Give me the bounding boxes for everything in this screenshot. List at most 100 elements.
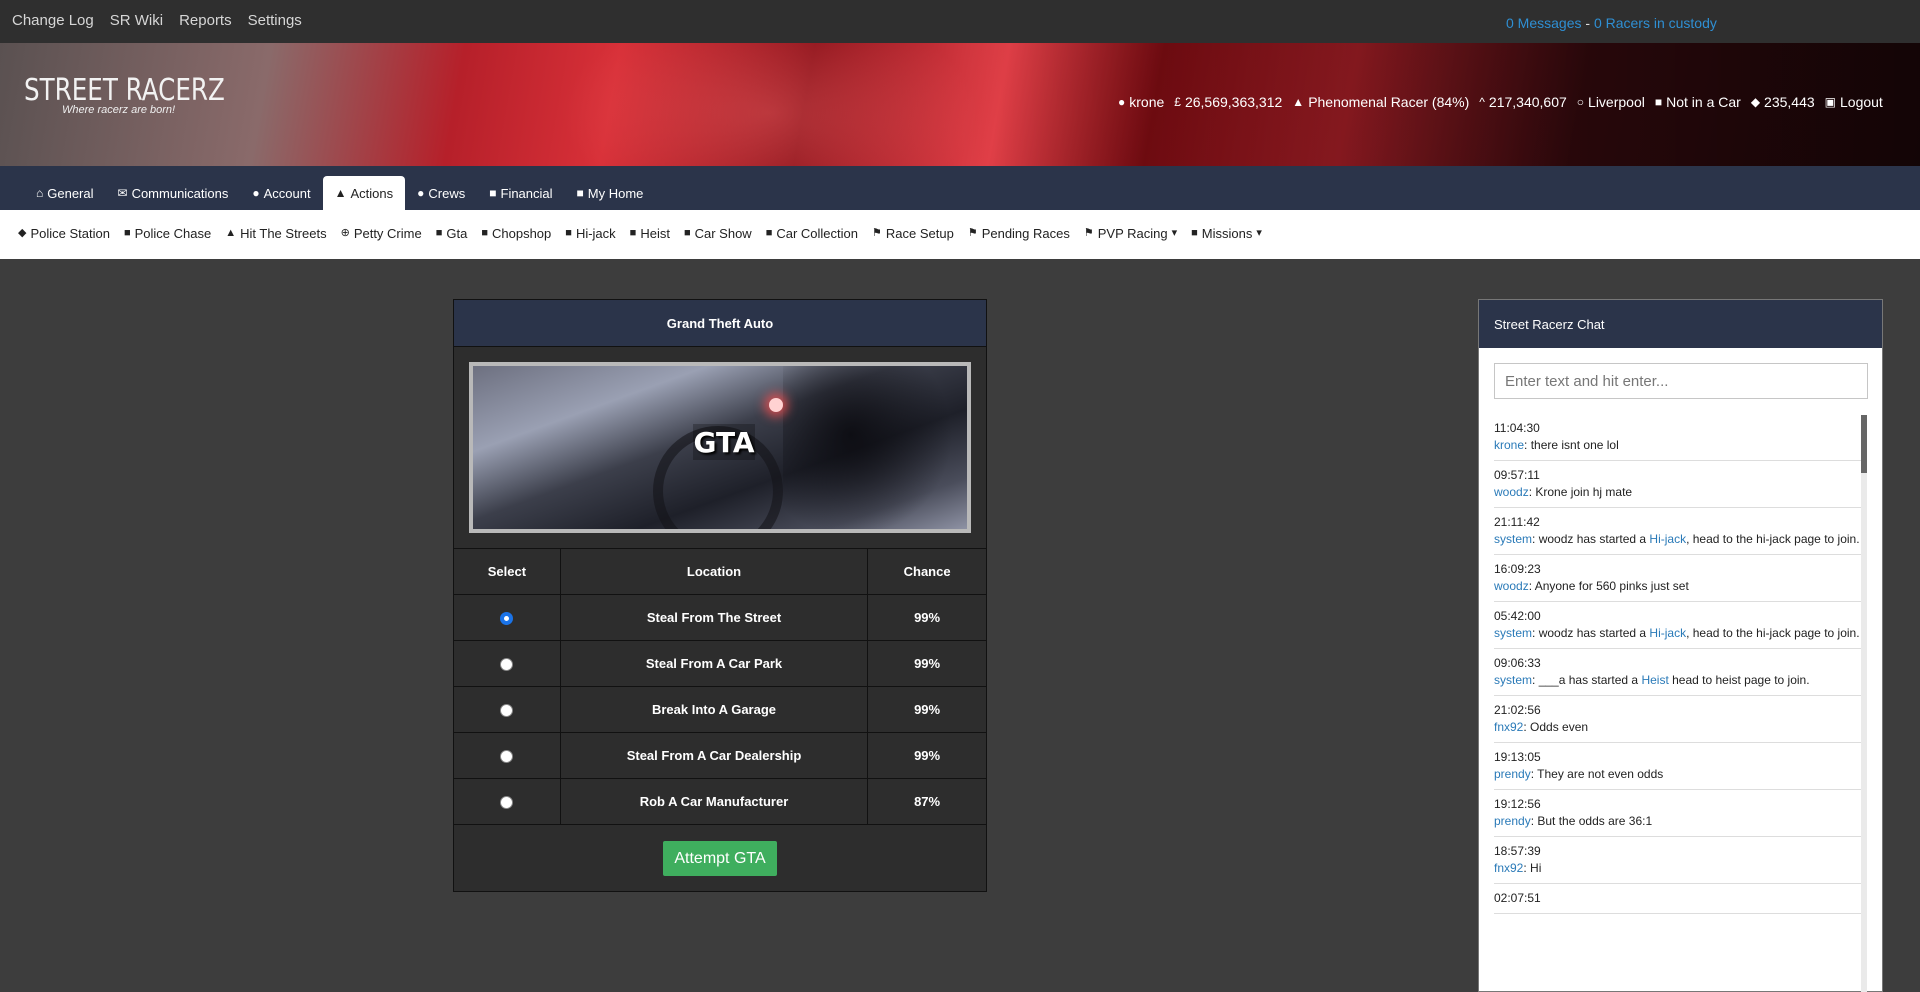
option-radio[interactable]	[500, 658, 514, 672]
subnav-label: Missions	[1201, 226, 1253, 241]
chat-message: 16:09:23 woodz: Anyone for 560 pinks just…	[1494, 555, 1864, 602]
option-radio-selected[interactable]	[500, 612, 514, 626]
thief-silhouette	[783, 366, 953, 529]
message-user[interactable]: fnx92	[1494, 720, 1523, 734]
message-text: Hi	[1530, 861, 1542, 875]
tab-communications[interactable]: ✉ Communications	[106, 176, 241, 210]
chat-input[interactable]: Enter text and hit enter...	[1494, 363, 1868, 399]
table-row[interactable]: Break Into A Garage 99%	[453, 686, 987, 733]
subnav-hit-the-streets[interactable]: ▲ Hit The Streets	[225, 226, 326, 241]
tab-crews[interactable]: ● Crews	[405, 176, 477, 210]
message-link[interactable]: Heist	[1641, 673, 1668, 687]
message-user[interactable]: krone	[1494, 438, 1524, 452]
tab-account[interactable]: ● Account	[240, 176, 322, 210]
chat-message: 05:42:00 system: woodz has started a Hi-j…	[1494, 602, 1864, 649]
logout-label: Logout	[1840, 94, 1883, 110]
message-user[interactable]: woodz	[1494, 579, 1529, 593]
subnav-police-chase[interactable]: ■ Police Chase	[124, 226, 211, 241]
diamond-icon: ◆	[1750, 95, 1761, 109]
chat-scroll-thumb[interactable]	[1861, 415, 1867, 473]
subnav-race-setup[interactable]: ⚑ Race Setup	[872, 226, 954, 241]
message-user[interactable]: system	[1494, 532, 1532, 546]
column-header-location: Location	[559, 548, 869, 595]
table-row[interactable]: Steal From A Car Dealership 99%	[453, 732, 987, 779]
subnav-label: Petty Crime	[353, 226, 422, 241]
chat-message: 18:57:39 fnx92: Hi	[1494, 837, 1864, 884]
option-radio[interactable]	[500, 704, 514, 718]
header-banner: STREET RACERZ Where racerz are born! ● kr…	[0, 43, 1920, 166]
top-nav-change-log[interactable]: Change Log	[12, 12, 94, 29]
top-nav-settings[interactable]: Settings	[248, 12, 302, 29]
option-radio[interactable]	[500, 796, 514, 810]
flag-checkered-icon: ⚑	[967, 227, 978, 239]
tab-financial[interactable]: ■ Financial	[477, 176, 564, 210]
column-header-select: Select	[453, 548, 561, 595]
chat-messages: 11:04:30 krone: there isnt one lol 09:57:…	[1494, 414, 1864, 914]
stat-car: ■ Not in a Car	[1655, 94, 1741, 110]
attempt-gta-button[interactable]: Attempt GTA	[663, 841, 777, 876]
table-row[interactable]: Steal From The Street 99%	[453, 594, 987, 641]
top-nav-sr-wiki[interactable]: SR Wiki	[110, 12, 163, 29]
custody-link[interactable]: 0 Racers in custody	[1594, 15, 1717, 31]
tab-my-home[interactable]: ■ My Home	[565, 176, 656, 210]
briefcase-icon: ■	[1191, 227, 1198, 239]
message-link[interactable]: Hi-jack	[1649, 532, 1686, 546]
message-time: 19:12:56	[1494, 797, 1541, 811]
message-text: They are not even odds	[1537, 767, 1664, 781]
subnav-label: Car Collection	[776, 226, 858, 241]
chat-scrollbar[interactable]	[1861, 415, 1867, 992]
top-nav-reports[interactable]: Reports	[179, 12, 232, 29]
chat-message: 21:02:56 fnx92: Odds even	[1494, 696, 1864, 743]
message-user[interactable]: system	[1494, 673, 1532, 687]
chance-cell: 99%	[867, 640, 987, 687]
subnav-label: Car Show	[694, 226, 752, 241]
table-row[interactable]: Steal From A Car Park 99%	[453, 640, 987, 687]
chevron-up-icon: ^	[1479, 95, 1485, 109]
location-value: Liverpool	[1588, 94, 1645, 110]
stat-username[interactable]: ● krone	[1118, 94, 1164, 110]
message-user[interactable]: system	[1494, 626, 1532, 640]
option-radio[interactable]	[500, 750, 514, 764]
subnav-car-show[interactable]: ■ Car Show	[684, 226, 752, 241]
tab-account-label: Account	[263, 185, 311, 201]
subnav-missions[interactable]: ■ Missions ▾	[1191, 226, 1262, 241]
caret-down-icon: ▾	[1256, 227, 1262, 239]
subnav-car-collection[interactable]: ■ Car Collection	[766, 226, 858, 241]
messages-link[interactable]: 0 Messages	[1506, 15, 1581, 31]
subnav-hi-jack[interactable]: ■ Hi-jack	[565, 226, 615, 241]
table-row[interactable]: Rob A Car Manufacturer 87%	[453, 778, 987, 825]
chat-message: 19:12:56 prendy: But the odds are 36:1	[1494, 790, 1864, 837]
subnav-petty-crime[interactable]: ⊕ Petty Crime	[341, 226, 422, 241]
message-user[interactable]: prendy	[1494, 767, 1531, 781]
location-cell: Break Into A Garage	[559, 686, 869, 733]
subnav-pending-races[interactable]: ⚑ Pending Races	[968, 226, 1070, 241]
tab-actions[interactable]: ▲ Actions	[322, 176, 406, 210]
message-text: , head to the hi-jack page to join.	[1686, 626, 1860, 640]
message-link[interactable]: Hi-jack	[1649, 626, 1686, 640]
site-logo[interactable]: STREET RACERZ Where racerz are born!	[24, 73, 269, 116]
chat-title: Street Racerz Chat	[1479, 300, 1882, 348]
subnav-pvp-racing[interactable]: ⚑ PVP Racing ▾	[1084, 226, 1177, 241]
message-time: 02:07:51	[1494, 891, 1541, 905]
main-nav: ⌂ General ✉ Communications ● Account ▲ Actio…	[0, 166, 1920, 210]
tab-general[interactable]: ⌂ General	[24, 176, 106, 210]
message-time: 19:13:05	[1494, 750, 1541, 764]
logout-button[interactable]: ▣ Logout	[1825, 94, 1883, 110]
message-text: , head to the hi-jack page to join.	[1686, 532, 1860, 546]
message-user[interactable]: prendy	[1494, 814, 1531, 828]
chat-message: 19:13:05 prendy: They are not even odds	[1494, 743, 1864, 790]
money-value: 26,569,363,312	[1184, 94, 1283, 110]
gta-image-label: GTA	[693, 424, 755, 460]
message-user[interactable]: woodz	[1494, 485, 1529, 499]
subnav-gta[interactable]: ■ Gta	[436, 226, 468, 241]
message-time: 18:57:39	[1494, 844, 1541, 858]
message-user[interactable]: fnx92	[1494, 861, 1523, 875]
subnav-police-station[interactable]: ◆ Police Station	[18, 226, 110, 241]
chat-message: 09:06:33 system: ___a has started a Heist…	[1494, 649, 1864, 696]
subnav-chopshop[interactable]: ■ Chopshop	[481, 226, 551, 241]
subnav-label: Police Station	[30, 226, 110, 241]
message-time: 09:57:11	[1494, 468, 1540, 482]
message-text: there isnt one lol	[1530, 438, 1619, 452]
subnav-heist[interactable]: ■ Heist	[630, 226, 670, 241]
shield-icon: ◆	[18, 227, 27, 239]
